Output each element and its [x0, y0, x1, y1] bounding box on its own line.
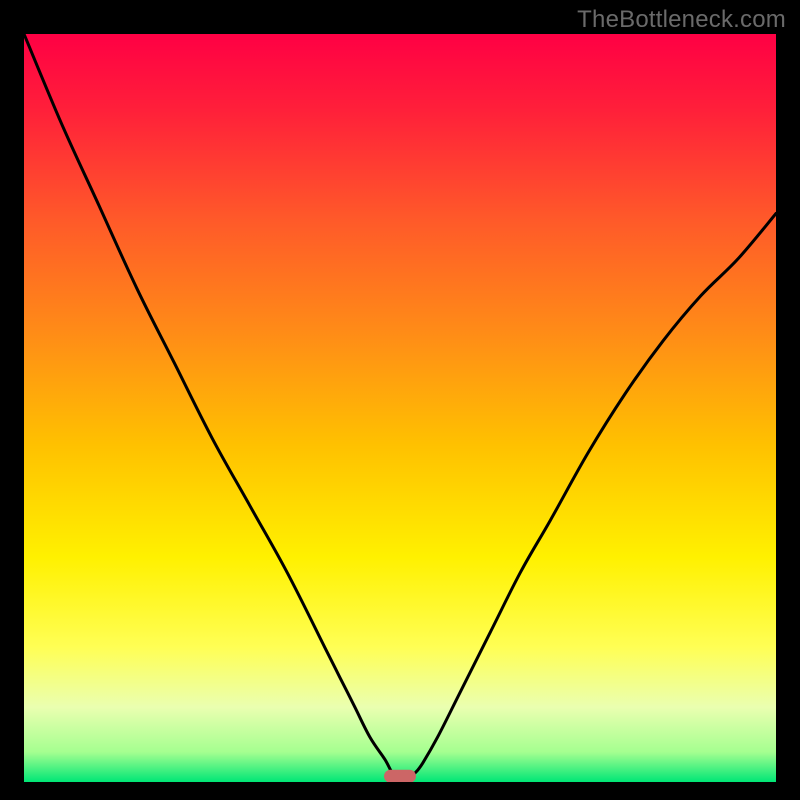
optimum-marker	[384, 770, 416, 783]
watermark-text: TheBottleneck.com	[577, 6, 786, 34]
bottleneck-chart	[0, 0, 800, 800]
chart-container: TheBottleneck.com	[0, 0, 800, 800]
plot-area	[24, 34, 776, 783]
gradient-background	[24, 34, 776, 782]
